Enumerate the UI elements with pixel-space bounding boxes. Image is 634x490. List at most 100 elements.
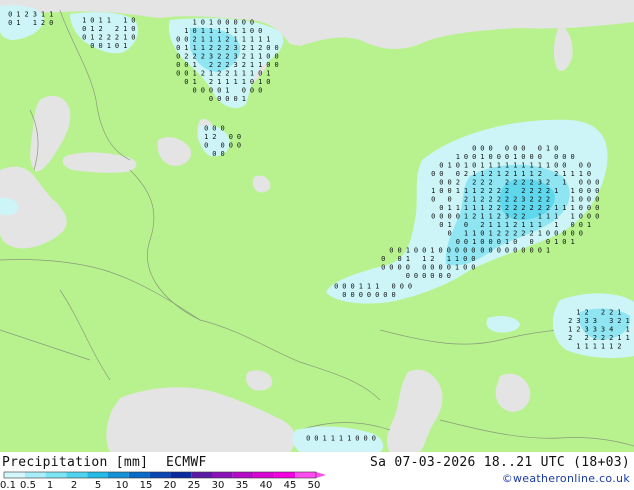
- grid-value: 2: [609, 309, 613, 317]
- scale-swatches: [3, 471, 326, 479]
- grid-value: 0: [471, 247, 475, 255]
- grid-value: 0: [464, 238, 468, 246]
- grid-value: 1: [123, 25, 127, 33]
- grid-value: 3: [584, 326, 588, 334]
- grid-value: 1: [339, 435, 343, 443]
- grid-value: 2: [242, 44, 246, 52]
- grid-value: 0: [212, 125, 216, 133]
- scale-tick-label: 45: [284, 480, 297, 490]
- grid-value: 0: [375, 291, 379, 299]
- grid-value: 0: [389, 264, 393, 272]
- grid-value: 1: [529, 162, 533, 170]
- grid-value: 1: [322, 435, 326, 443]
- grid-value: 0: [204, 125, 208, 133]
- grid-value: 2: [98, 25, 102, 33]
- grid-value: 1: [576, 343, 580, 351]
- grid-value: 1: [123, 42, 127, 50]
- grid-value: 0: [579, 230, 583, 238]
- scale-swatch: [191, 472, 212, 478]
- grid-value: 0: [472, 145, 476, 153]
- grid-value: 0: [355, 435, 359, 443]
- grid-value: 1: [192, 61, 196, 69]
- grid-value: 2: [513, 179, 517, 187]
- grid-value: 2: [538, 196, 542, 204]
- grid-value: 2: [546, 204, 550, 212]
- grid-value: 2: [609, 334, 613, 342]
- grid-value: 0: [367, 291, 371, 299]
- scale-tick-label: 0.5: [20, 480, 36, 490]
- grid-value: 0: [397, 255, 401, 263]
- grid-value: 0: [258, 70, 262, 78]
- grid-value: 3: [209, 53, 213, 61]
- grid-value: 0: [463, 264, 467, 272]
- precipitation-map-page: 0000000101001000100000001010111111111000…: [0, 0, 634, 490]
- grid-value: 1: [505, 238, 509, 246]
- grid-value: 0: [184, 36, 188, 44]
- grid-value: 1: [242, 78, 246, 86]
- grid-value: 0: [579, 179, 583, 187]
- grid-value: 0: [521, 247, 525, 255]
- grid-value: 1: [201, 44, 205, 52]
- grid-value: 1: [464, 213, 468, 221]
- grid-value: 2: [529, 204, 533, 212]
- grid-value: 1: [242, 36, 246, 44]
- grid-value: 1: [529, 221, 533, 229]
- grid-value: 2: [456, 179, 460, 187]
- grid-value: 1: [201, 27, 205, 35]
- grid-value: 1: [464, 230, 468, 238]
- grid-value: 0: [439, 187, 443, 195]
- grid-value: 0: [274, 44, 278, 52]
- scale-swatch: [108, 472, 129, 478]
- grid-value: 1: [456, 204, 460, 212]
- grid-value: 1: [406, 255, 410, 263]
- grid-value: 2: [184, 53, 188, 61]
- grid-value: 1: [250, 61, 254, 69]
- grid-value: 0: [579, 162, 583, 170]
- grid-value: 1: [593, 343, 597, 351]
- grid-value: 0: [488, 247, 492, 255]
- grid-value: 1: [447, 204, 451, 212]
- grid-value: 1: [617, 334, 621, 342]
- grid-value: 1: [554, 238, 558, 246]
- grid-value: 0: [201, 87, 205, 95]
- grid-value: 0: [233, 19, 237, 27]
- grid-value: 0: [229, 133, 233, 141]
- grid-value: 1: [250, 70, 254, 78]
- grid-value: 0: [447, 196, 451, 204]
- grid-value: 0: [463, 247, 467, 255]
- grid-value: 2: [601, 309, 605, 317]
- grid-value: 0: [488, 238, 492, 246]
- grid-value: 0: [439, 170, 443, 178]
- grid-value: 1: [625, 317, 629, 325]
- grid-value: 2: [480, 221, 484, 229]
- scale-swatch: [149, 472, 171, 478]
- grid-value: 1: [233, 36, 237, 44]
- grid-value: 1: [204, 133, 208, 141]
- grid-value: 0: [225, 95, 229, 103]
- grid-value: 1: [233, 78, 237, 86]
- grid-value: 0: [266, 78, 270, 86]
- grid-value: 1: [250, 36, 254, 44]
- grid-value: 1: [49, 11, 53, 19]
- scale-swatch: [170, 472, 192, 478]
- grid-value: 0: [233, 95, 237, 103]
- grid-value: 1: [472, 196, 476, 204]
- grid-value: 1: [570, 170, 574, 178]
- grid-value: 1: [505, 162, 509, 170]
- grid-value: 0: [570, 221, 574, 229]
- grid-value: 0: [201, 19, 205, 27]
- grid-value: 0: [488, 145, 492, 153]
- grid-value: 1: [570, 204, 574, 212]
- grid-value: 1: [455, 255, 459, 263]
- grid-value: 0: [497, 153, 501, 161]
- grid-value: 0: [82, 34, 86, 42]
- grid-value: 1: [266, 70, 270, 78]
- grid-value: 1: [480, 162, 484, 170]
- grid-value: 0: [266, 61, 270, 69]
- grid-value: 3: [233, 44, 237, 52]
- grid-value: 0: [579, 196, 583, 204]
- grid-value: 1: [375, 283, 379, 291]
- grid-value: 0: [464, 221, 468, 229]
- credit-link[interactable]: ©weatheronline.co.uk: [502, 472, 630, 485]
- grid-value: 2: [546, 179, 550, 187]
